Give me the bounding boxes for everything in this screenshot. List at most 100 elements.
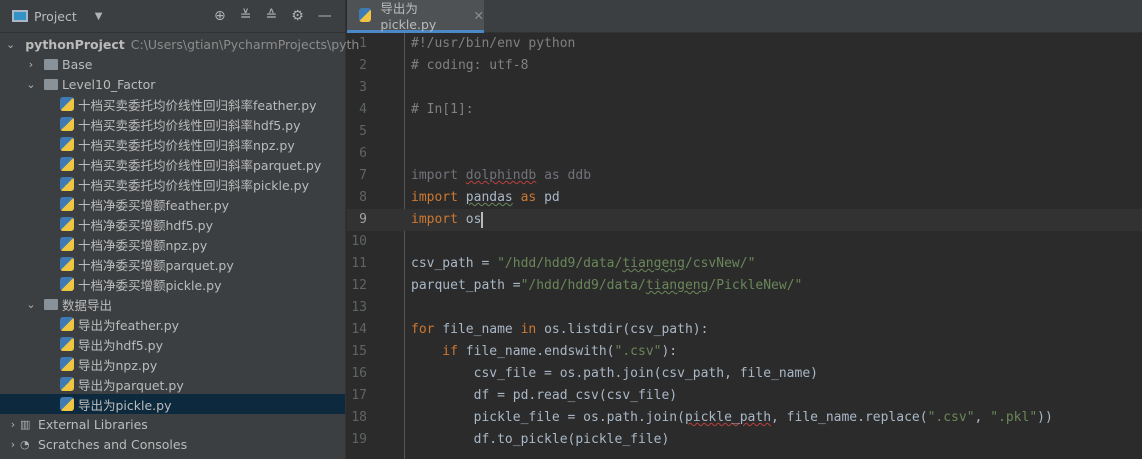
line-number: 19 (351, 432, 367, 447)
tree-item-label: 十档买卖委托均价线性回归斜率pickle.py (78, 177, 309, 193)
tree-item[interactable]: 导出为parquet.py (0, 374, 345, 394)
locate-icon[interactable]: ⊕ (214, 8, 226, 24)
tree-item[interactable]: ⌄ Level10_Factor (0, 74, 345, 94)
line-number: 9 (359, 212, 367, 227)
code-line: 4 # In[1]: (347, 99, 1142, 121)
code-token: parquet_path = (411, 278, 521, 293)
line-number: 3 (359, 80, 367, 95)
chevron-down-icon[interactable]: ⌄ (24, 78, 38, 91)
chevron-right-icon[interactable]: › (6, 438, 20, 451)
code-token: os (465, 212, 482, 227)
tree-item[interactable]: 十档净委买增额hdf5.py (0, 214, 345, 234)
tree-item-label: 导出为pickle.py (78, 397, 172, 413)
folder-icon (44, 298, 58, 310)
tree-item-scratches[interactable]: › ◔ Scratches and Consoles (0, 434, 345, 454)
tree-item[interactable]: ⌄ 数据导出 (0, 294, 345, 314)
line-number: 16 (351, 366, 367, 381)
code-line: 16 csv_file = os.path.join(csv_path, fil… (347, 363, 1142, 385)
tree-item-label: External Libraries (38, 416, 148, 432)
expand-all-icon[interactable]: ≚ (240, 8, 252, 24)
tree-root[interactable]: ⌄ pythonProject C:\Users\gtian\PycharmPr… (0, 34, 359, 54)
chevron-right-icon[interactable]: › (6, 418, 20, 431)
root-path: C:\Users\gtian\PycharmProjects\pyth (130, 36, 360, 52)
line-number: 14 (351, 322, 367, 337)
close-icon[interactable]: ✕ (474, 8, 484, 23)
code-token: ".pkl" (990, 410, 1038, 425)
folder-icon (44, 78, 58, 90)
python-file-icon (60, 317, 74, 331)
tree-item[interactable]: 导出为feather.py (0, 314, 345, 334)
tree-item[interactable]: 十档净委买增额npz.py (0, 234, 345, 254)
project-view-selector[interactable]: Project (34, 9, 77, 24)
chevron-down-icon[interactable]: ⌄ (24, 298, 38, 311)
code-line: 9 import os (347, 209, 1142, 231)
code-token: tiangeng (645, 278, 709, 293)
code-token: dolphindb (465, 168, 537, 183)
code-token: file_name (442, 322, 521, 337)
tree-item-external-libraries[interactable]: › ▥ External Libraries (0, 414, 345, 434)
code-line: 6 (347, 143, 1142, 165)
code-token: ): (661, 344, 678, 359)
line-number: 13 (351, 300, 367, 315)
python-file-icon (60, 357, 74, 371)
line-number: 11 (351, 256, 367, 271)
tree-item-label: 十档买卖委托均价线性回归斜率npz.py (78, 137, 295, 153)
tree-item[interactable]: 十档净委买增额feather.py (0, 194, 345, 214)
tree-item[interactable]: 十档买卖委托均价线性回归斜率feather.py (0, 94, 345, 114)
editor-tabs: 导出为pickle.py ✕ (347, 0, 1142, 33)
hide-icon[interactable]: — (318, 8, 332, 24)
code-token: ".csv" (614, 344, 662, 359)
tree-item[interactable]: 十档买卖委托均价线性回归斜率npz.py (0, 134, 345, 154)
code-token: pd (544, 190, 560, 205)
chevron-down-icon[interactable]: ▼ (95, 11, 103, 22)
python-file-icon (60, 177, 74, 191)
code-line: 7 import dolphindb as ddb (347, 165, 1142, 187)
code-token: )) (1037, 410, 1053, 425)
python-file-icon (60, 217, 74, 231)
python-file-icon (60, 337, 74, 351)
code-token: "/hdd/hdd9/data/ (520, 278, 646, 293)
tree-item-label: Level10_Factor (62, 76, 156, 92)
python-file-icon (60, 157, 74, 171)
code-line: 2 # coding: utf-8 (347, 55, 1142, 77)
code-token: pickle_path (684, 410, 772, 425)
python-file-icon (60, 397, 74, 411)
code-text: for file_name in os.listdir(csv_path): (411, 319, 708, 341)
code-text: import os (411, 209, 484, 231)
code-token: import (411, 190, 466, 205)
code-text: # coding: utf-8 (411, 55, 528, 77)
code-line: 18 pickle_file = os.path.join(pickle_pat… (347, 407, 1142, 429)
chevron-down-icon[interactable]: ⌄ (6, 38, 15, 51)
code-line: 1 #!/usr/bin/env python (347, 33, 1142, 55)
gear-icon[interactable]: ⚙ (291, 8, 304, 24)
tree-item[interactable]: 导出为pickle.py (0, 394, 345, 414)
line-number: 17 (351, 388, 367, 403)
tree-item[interactable]: 十档净委买增额pickle.py (0, 274, 345, 294)
scratches-icon: ◔ (20, 437, 30, 451)
tree-item-label: 十档买卖委托均价线性回归斜率hdf5.py (78, 117, 301, 133)
code-line: 17 df = pd.read_csv(csv_file) (347, 385, 1142, 407)
line-number: 2 (359, 58, 367, 73)
tree-item[interactable]: 十档净委买增额parquet.py (0, 254, 345, 274)
tree-item-label: 十档净委买增额feather.py (78, 197, 230, 213)
chevron-right-icon[interactable]: › (24, 58, 38, 71)
tree-item[interactable]: › Base (0, 54, 345, 74)
code-line: 15 if file_name.endswith(".csv"): (347, 341, 1142, 363)
code-token: os.listdir(csv_path): (544, 322, 709, 337)
tree-item[interactable]: 导出为npz.py (0, 354, 345, 374)
code-token: df.to_pickle(pickle_file) (411, 432, 670, 447)
line-number: 10 (351, 234, 367, 249)
code-line: 13 (347, 297, 1142, 319)
code-editor[interactable]: 1 #!/usr/bin/env python 2 # coding: utf-8 3 4… (347, 33, 1142, 459)
tree-item[interactable]: 十档买卖委托均价线性回归斜率parquet.py (0, 154, 345, 174)
line-number: 15 (351, 344, 367, 359)
code-line: 10 (347, 231, 1142, 253)
python-file-icon (60, 117, 74, 131)
line-number: 6 (359, 146, 367, 161)
tree-item[interactable]: 导出为hdf5.py (0, 334, 345, 354)
tree-item[interactable]: 十档买卖委托均价线性回归斜率hdf5.py (0, 114, 345, 134)
tab-export-pickle[interactable]: 导出为pickle.py ✕ (347, 0, 484, 33)
collapse-all-icon[interactable]: ≙ (265, 8, 277, 24)
tree-item-label: 导出为hdf5.py (78, 337, 164, 353)
tree-item[interactable]: 十档买卖委托均价线性回归斜率pickle.py (0, 174, 345, 194)
